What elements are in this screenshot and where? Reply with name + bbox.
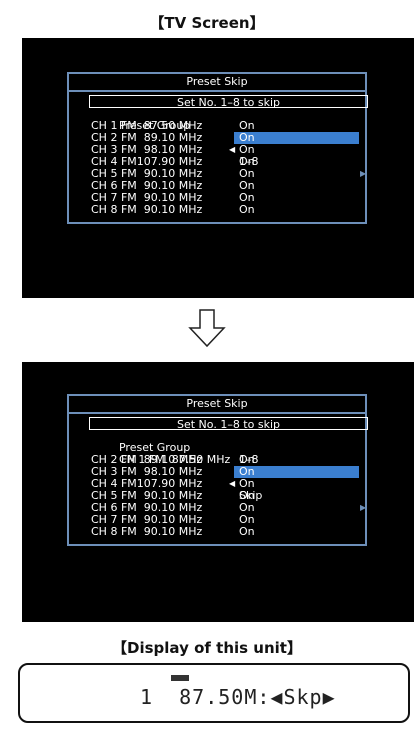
- channel-label: CH 8 FM 90.10 MHz: [91, 525, 203, 538]
- preset-group-row[interactable]: Preset Group 1–8: [69, 430, 365, 466]
- lcd-text: 1 87.50M:◀Skp▶: [140, 685, 336, 709]
- tv-screen-heading: 【TV Screen】: [149, 14, 265, 32]
- channel-value: On: [239, 203, 255, 216]
- tv-screen-after: Preset Skip Set No. 1–8 to skip Preset G…: [22, 362, 414, 622]
- tuner-indicator-icon: [171, 675, 189, 681]
- menu-title: Preset Skip: [69, 74, 365, 92]
- preset-skip-menu: Preset Skip Set No. 1–8 to skip Preset G…: [67, 394, 368, 546]
- unit-display: 1 87.50M:◀Skp▶: [18, 663, 410, 723]
- channel-label: CH 8 FM 90.10 MHz: [91, 203, 203, 216]
- channel-row[interactable]: CH 8 FM 90.10 MHz On: [69, 204, 365, 216]
- menu-title: Preset Skip: [69, 396, 365, 414]
- preset-skip-menu: Preset Skip Set No. 1–8 to skip Preset G…: [67, 72, 368, 224]
- channel-value: On: [239, 525, 255, 538]
- channel-row[interactable]: CH 8 FM 90.10 MHz On: [69, 526, 365, 538]
- down-arrow-icon: [188, 309, 226, 348]
- tv-screen-before: Preset Skip Set No. 1–8 to skip Preset G…: [22, 38, 414, 298]
- hint-box: Set No. 1–8 to skip: [89, 417, 368, 431]
- unit-display-heading: 【Display of this unit】: [112, 639, 302, 657]
- hint-box: Set No. 1–8 to skip: [89, 95, 368, 109]
